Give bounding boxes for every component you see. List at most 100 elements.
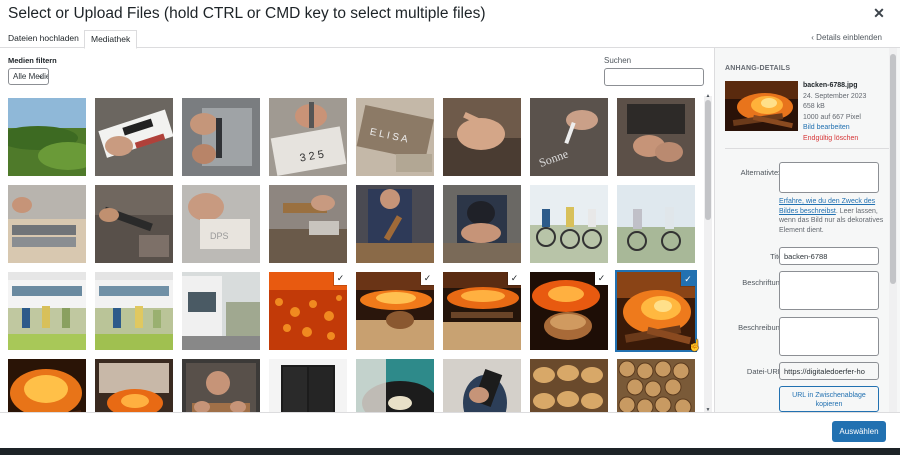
attachment-thumbnail[interactable] <box>617 98 695 176</box>
attachment-thumbnail[interactable] <box>182 359 260 412</box>
attachment-thumbnail[interactable] <box>95 359 173 412</box>
attachment-thumbnail[interactable] <box>443 359 521 412</box>
show-details-link[interactable]: ‹ Details einblenden <box>811 33 882 42</box>
select-button[interactable]: Auswählen <box>832 421 886 442</box>
checkmark-icon[interactable]: ✓ <box>334 272 347 285</box>
file-url-label: Datei-URL: <box>746 367 784 376</box>
tab-media-library[interactable]: Mediathek <box>84 30 138 49</box>
media-filter-select[interactable]: Alle Medien ⌄ <box>8 68 49 85</box>
attachment-image <box>443 185 521 263</box>
attachment-thumbnail[interactable] <box>8 185 86 263</box>
attachment-thumbnail[interactable] <box>8 359 86 412</box>
attachment-thumbnail[interactable] <box>269 185 347 263</box>
attachment-image <box>617 359 695 412</box>
attachment-thumbnail[interactable] <box>95 185 173 263</box>
attachment-image <box>8 98 86 176</box>
alt-text-help: Erfahre, wie du den Zweck des Bildes bes… <box>779 197 885 235</box>
attachment-thumbnail[interactable] <box>356 185 434 263</box>
copy-url-button[interactable]: URL in Zwischenablage kopieren <box>779 386 879 412</box>
scroll-up-arrow-icon[interactable]: ▲ <box>704 93 712 99</box>
attachment-thumbnail[interactable] <box>8 98 86 176</box>
attachment-thumbnail[interactable] <box>617 359 695 412</box>
attachment-thumbnail[interactable]: ✓ <box>269 272 347 350</box>
attachment-image: E L I S A <box>356 98 434 176</box>
attachment-image <box>530 359 608 412</box>
attachment-image <box>95 98 173 176</box>
filter-label: Medien filtern <box>8 56 57 65</box>
attachment-thumbnail[interactable]: ✓ <box>615 270 697 352</box>
attachment-details-sidebar: ANHANG-DETAILS backen-6788.jpg 24. Septe… <box>714 48 900 412</box>
attachment-image <box>8 185 86 263</box>
edit-image-link[interactable]: Bild bearbeiten <box>803 123 866 134</box>
attachments-grid: 3 2 5E L I S A Sonne DPS ✓ ✓ ✓ ✓ ✓ <box>0 94 714 412</box>
search-label: Suchen <box>604 56 632 65</box>
attachment-thumbnail[interactable] <box>443 185 521 263</box>
attachment-image <box>269 359 347 412</box>
attachment-thumbnail[interactable] <box>8 272 86 350</box>
details-dimensions: 1000 auf 667 Pixel <box>803 113 861 121</box>
sidebar-scrollbar[interactable] <box>889 48 897 412</box>
attachment-thumbnail[interactable]: ✓ <box>443 272 521 350</box>
attachment-thumbnail[interactable]: E L I S A <box>356 98 434 176</box>
attachment-thumbnail[interactable] <box>182 272 260 350</box>
attachment-thumbnail[interactable] <box>356 359 434 412</box>
grid-scrollbar-thumb[interactable] <box>705 100 711 220</box>
details-heading: ANHANG-DETAILS <box>725 65 791 72</box>
sidebar-scrollbar-thumb[interactable] <box>890 54 896 284</box>
close-icon[interactable]: ✕ <box>872 6 886 20</box>
grid-scrollbar[interactable]: ▲ ▼ <box>704 93 712 413</box>
attachment-image <box>95 185 173 263</box>
attachment-image <box>8 272 86 350</box>
attachment-thumbnail[interactable] <box>182 98 260 176</box>
attachment-thumbnail[interactable] <box>530 185 608 263</box>
search-input[interactable] <box>604 68 704 86</box>
caption-field[interactable] <box>779 271 879 310</box>
attachment-thumbnail[interactable]: 3 2 5 <box>269 98 347 176</box>
checkmark-icon[interactable]: ✓ <box>508 272 521 285</box>
tab-upload-files[interactable]: Dateien hochladen <box>2 30 85 48</box>
attachment-image: 3 2 5 <box>269 98 347 176</box>
attachment-image <box>617 185 695 263</box>
attachment-image <box>182 98 260 176</box>
attachment-image: DPS <box>182 185 260 263</box>
attachment-thumbnail[interactable]: DPS <box>182 185 260 263</box>
mouse-cursor-icon: ☝ <box>688 340 702 352</box>
checkmark-icon[interactable]: ✓ <box>681 272 695 286</box>
details-thumbnail <box>725 81 798 131</box>
attachment-image <box>95 272 173 350</box>
attachment-thumbnail[interactable] <box>617 185 695 263</box>
description-field[interactable] <box>779 317 879 356</box>
attachment-image <box>8 359 86 412</box>
attachment-thumbnail[interactable] <box>95 98 173 176</box>
attachment-image <box>95 359 173 412</box>
modal-footer: Auswählen <box>0 412 900 448</box>
details-info: backen-6788.jpg 24. September 2023 658 k… <box>803 81 866 144</box>
media-modal: Select or Upload Files (hold CTRL or CMD… <box>0 0 900 448</box>
attachment-image: Sonne <box>530 98 608 176</box>
delete-permanently-link[interactable]: Endgültig löschen <box>803 134 866 145</box>
attachment-thumbnail[interactable] <box>443 98 521 176</box>
file-url-field[interactable]: https://digitaledoerfer-ho <box>779 362 879 380</box>
attachment-image <box>269 185 347 263</box>
details-filename: backen-6788.jpg <box>803 82 858 89</box>
attachment-thumbnail[interactable]: Sonne <box>530 98 608 176</box>
attachment-thumbnail[interactable] <box>530 359 608 412</box>
attachment-thumbnail[interactable]: ✓ <box>356 272 434 350</box>
details-filesize: 658 kB <box>803 103 825 110</box>
title-label: Titel <box>770 252 784 261</box>
attachment-image <box>443 359 521 412</box>
alt-text-field[interactable] <box>779 162 879 193</box>
attachment-thumbnail[interactable]: ✓ <box>530 272 608 350</box>
checkmark-icon[interactable]: ✓ <box>421 272 434 285</box>
caption-label: Beschriftung <box>742 278 784 287</box>
svg-text:DPS: DPS <box>210 231 229 241</box>
attachment-image <box>182 359 260 412</box>
checkmark-icon[interactable]: ✓ <box>595 272 608 285</box>
attachment-image <box>530 185 608 263</box>
details-divider <box>725 148 891 149</box>
description-label: Beschreibung <box>738 323 784 332</box>
attachment-thumbnail[interactable] <box>269 359 347 412</box>
media-toolbar: Medien filtern Alle Medien ⌄ Suchen <box>0 48 714 94</box>
attachment-thumbnail[interactable] <box>95 272 173 350</box>
title-field[interactable]: backen-6788 <box>779 247 879 265</box>
